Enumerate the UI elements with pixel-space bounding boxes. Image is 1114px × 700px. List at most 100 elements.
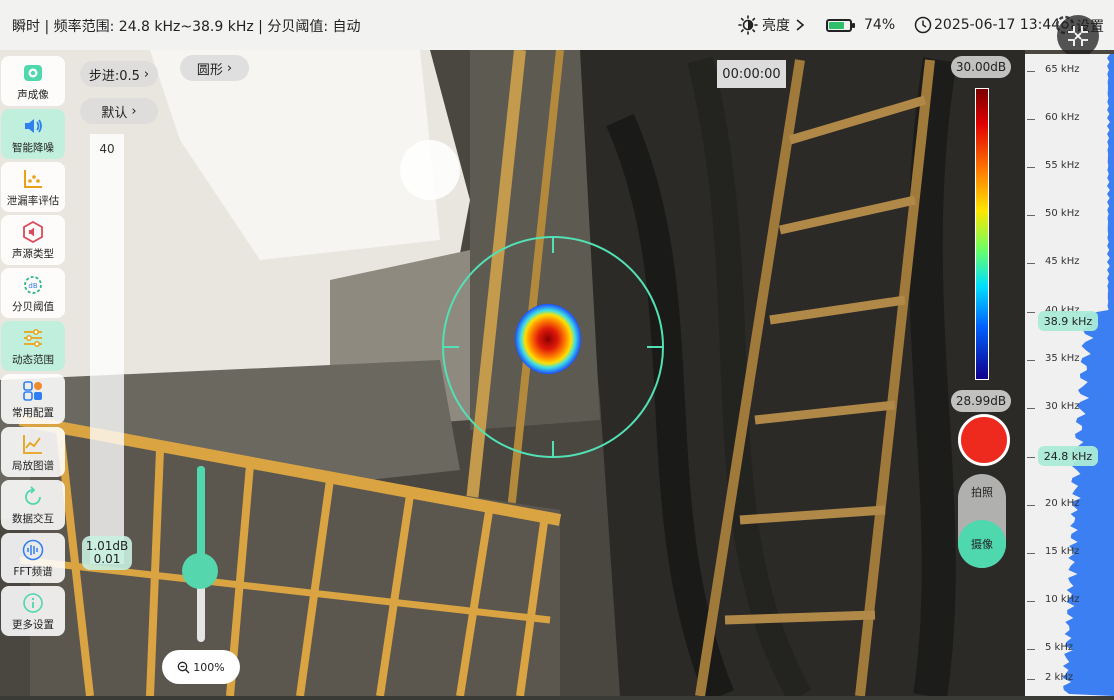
spectrum-tick-label: 20 kHz <box>1045 498 1080 509</box>
colorbar <box>975 88 989 380</box>
threshold-max-label: 40 <box>99 142 115 156</box>
waveform-icon <box>22 539 44 561</box>
spectrum-tick-mark <box>1027 505 1035 506</box>
zoom-label: 100% <box>193 660 225 674</box>
sidebar-item-label: FFT频谱 <box>13 566 53 578</box>
threshold-slider[interactable] <box>90 134 124 564</box>
step-label: 步进:0.5 <box>88 68 140 84</box>
spectrum-tick-mark <box>1027 215 1035 216</box>
sidebar-item-source-type[interactable]: 声源类型 <box>1 215 65 265</box>
video-mode-label: 摄像 <box>971 538 993 551</box>
spectrum-tick-label: 2 kHz <box>1045 672 1074 683</box>
sidebar-item-label: 数据交互 <box>12 513 54 525</box>
spectrum-tick-label: 5 kHz <box>1045 642 1074 653</box>
sidebar-item-fft[interactable]: FFT频谱 <box>1 533 65 583</box>
spectrum-tick-mark <box>1027 71 1035 72</box>
recording-timer: 00:00:00 <box>717 60 786 88</box>
spectrum-tick-mark <box>1027 679 1035 680</box>
chevron-right-icon: › <box>226 60 233 76</box>
battery-percent: 74% <box>864 17 896 33</box>
colorbar-max-label[interactable]: 30.00dB <box>951 56 1011 78</box>
spectrum-tick-label: 55 kHz <box>1045 160 1080 171</box>
sidebar-item-data-exchange[interactable]: 数据交互 <box>1 480 65 530</box>
datetime-display: 2025-06-17 13:44 <box>914 14 1060 36</box>
sidebar-item-more-settings[interactable]: 更多设置 <box>1 586 65 636</box>
spectrum-tick-mark <box>1027 408 1035 409</box>
colorbar-min-label[interactable]: 28.99dB <box>951 390 1011 412</box>
sync-icon <box>25 486 41 505</box>
config-grid-icon <box>23 381 42 401</box>
info-icon <box>23 593 43 613</box>
shape-button[interactable]: 圆形 › <box>180 55 249 81</box>
battery-icon <box>826 18 855 32</box>
clock-icon <box>914 16 932 34</box>
sidebar-item-label: 分贝阈值 <box>12 301 54 313</box>
default-label: 默认 <box>101 105 128 121</box>
sun-icon <box>738 15 758 35</box>
speaker-icon <box>25 119 42 133</box>
spectrum-tick-mark <box>1027 119 1035 120</box>
svg-text:dB: dB <box>28 282 37 290</box>
sidebar-item-pd-spectrum[interactable]: 局放图谱 <box>1 427 65 477</box>
sidebar-item-db-threshold[interactable]: dB 分贝阈值 <box>1 268 65 318</box>
sidebar-item-acoustic-imaging[interactable]: 声成像 <box>1 56 65 106</box>
camera-scene <box>0 0 1114 696</box>
step-button[interactable]: 步进:0.5 › <box>80 61 158 87</box>
sound-source-icon <box>23 221 43 243</box>
sidebar-item-noise-reduction[interactable]: 智能降噪 <box>1 109 65 159</box>
sidebar-item-label: 更多设置 <box>12 619 54 631</box>
sidebar-item-label: 智能降噪 <box>12 142 54 154</box>
threshold-value-badge[interactable]: 1.01dB 0.01 <box>82 536 132 570</box>
spectrum-tick-mark <box>1027 312 1035 313</box>
video-mode-button[interactable]: 摄像 <box>958 520 1006 568</box>
spectrum-tick-label: 45 kHz <box>1045 256 1080 267</box>
capture-button[interactable] <box>958 414 1010 466</box>
spectrum-tick-label: 60 kHz <box>1045 112 1080 123</box>
spectrum-tick-label: 65 kHz <box>1045 64 1080 75</box>
sidebar-item-label: 声成像 <box>17 89 49 101</box>
spectrum-tick-mark <box>1027 601 1035 602</box>
chevron-right-icon: › <box>143 66 150 82</box>
spectrum-tick-label: 10 kHz <box>1045 594 1080 605</box>
exit-fullscreen-icon <box>1068 26 1088 46</box>
band-upper-handle[interactable]: 38.9 kHz <box>1038 311 1098 331</box>
chevron-right-icon: › <box>131 103 137 119</box>
zoom-button[interactable]: 100% <box>162 650 240 684</box>
spectrum-tick-label: 30 kHz <box>1045 401 1080 412</box>
spectrum-tick-mark <box>1027 167 1035 168</box>
datetime-text: 2025-06-17 13:44 <box>934 17 1061 33</box>
spectrum-tick-label: 50 kHz <box>1045 208 1080 219</box>
default-button[interactable]: 默认 › <box>80 98 158 124</box>
band-lower-handle[interactable]: 24.8 kHz <box>1038 446 1098 466</box>
spectrum-tick-mark <box>1027 553 1035 554</box>
camera-view <box>0 0 1114 696</box>
spectrum-tick-label: 15 kHz <box>1045 546 1080 557</box>
spectrum-tick-mark <box>1027 263 1035 264</box>
brightness-control[interactable]: 亮度 <box>738 14 806 36</box>
exit-fullscreen-button[interactable] <box>1057 15 1099 57</box>
sidebar-item-leak-rate[interactable]: 泄漏率评估 <box>1 162 65 212</box>
sidebar-item-label: 声源类型 <box>12 248 54 260</box>
top-status-bar: 瞬时 | 频率范围: 24.8 kHz~38.9 kHz | 分贝阈值: 自动 … <box>0 0 1114 50</box>
db-threshold-icon: dB <box>24 276 42 294</box>
measurement-mode-text: 瞬时 | 频率范围: 24.8 kHz~38.9 kHz | 分贝阈值: 自动 <box>12 19 361 35</box>
camera-icon <box>24 65 42 81</box>
battery-status: 74% <box>826 14 895 36</box>
sidebar-item-label: 泄漏率评估 <box>6 195 60 207</box>
zoom-slider-handle[interactable] <box>182 553 218 589</box>
spectrum-tick-mark <box>1027 457 1035 458</box>
zoom-icon <box>177 661 190 673</box>
sidebar-item-common-config[interactable]: 常用配置 <box>1 374 65 424</box>
spectrum-tick-mark <box>1027 649 1035 650</box>
chevron-right-icon <box>796 19 805 31</box>
sidebar-item-label: 动态范围 <box>12 354 54 366</box>
threshold-step: 0.01 <box>93 552 121 566</box>
sidebar-item-label: 局放图谱 <box>12 460 54 472</box>
photo-mode-label[interactable]: 拍照 <box>958 484 1006 500</box>
shape-label: 圆形 <box>196 62 223 78</box>
leak-chart-icon <box>24 170 42 188</box>
line-chart-icon <box>23 435 42 454</box>
spectrum-tick-mark <box>1027 360 1035 361</box>
spectrum-tick-label: 35 kHz <box>1045 353 1080 364</box>
sidebar-item-dynamic-range[interactable]: 动态范围 <box>1 321 65 371</box>
